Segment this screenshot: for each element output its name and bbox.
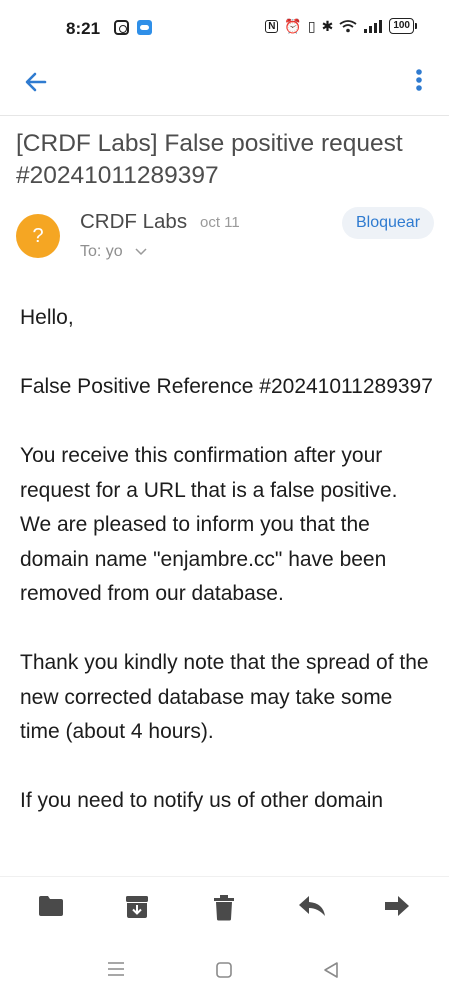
wifi-icon bbox=[339, 20, 357, 33]
folder-icon bbox=[39, 896, 63, 916]
archive-button[interactable] bbox=[124, 895, 154, 923]
status-right-icons: N ⏰ ▯ ✱ 100 bbox=[265, 18, 417, 34]
delete-button[interactable] bbox=[212, 895, 242, 923]
vibrate-icon: ▯ bbox=[307, 18, 316, 34]
nfc-icon: N bbox=[265, 19, 279, 33]
battery-level: 100 bbox=[389, 18, 414, 34]
body-paragraph: We are pleased to inform you that the do… bbox=[20, 513, 387, 605]
home-icon bbox=[216, 962, 232, 978]
signal-icon bbox=[364, 20, 383, 33]
email-screen: 8:21 N ⏰ ▯ ✱ 100 [CRDF Labs] False posit… bbox=[0, 0, 449, 998]
recipient-label: To: yo bbox=[80, 243, 123, 260]
back-button[interactable] bbox=[20, 66, 52, 98]
email-body: Hello, False Positive Reference #2024101… bbox=[20, 301, 435, 819]
body-paragraph: You receive this confirmation after your… bbox=[20, 444, 398, 502]
status-time: 8:21 bbox=[66, 19, 101, 38]
system-navigation-bar bbox=[0, 940, 449, 998]
body-paragraph: If you need to notify us of other domain bbox=[20, 789, 384, 812]
email-date: oct 11 bbox=[200, 214, 240, 231]
sender-name[interactable]: CRDF Labs bbox=[80, 210, 187, 234]
body-paragraph: False Positive Reference #20241011289397 bbox=[20, 375, 433, 398]
instagram-icon bbox=[114, 20, 129, 35]
recent-apps-button[interactable] bbox=[106, 960, 128, 980]
email-subject: [CRDF Labs] False positive request #2024… bbox=[16, 130, 403, 189]
email-body-viewport: Hello, False Positive Reference #2024101… bbox=[0, 290, 449, 875]
block-sender-button[interactable]: Bloquear bbox=[342, 207, 434, 239]
more-vert-icon bbox=[416, 69, 422, 91]
forward-button[interactable] bbox=[384, 895, 414, 923]
forward-icon bbox=[385, 896, 409, 916]
app-bar bbox=[0, 58, 449, 116]
reply-icon bbox=[299, 896, 325, 916]
delete-icon bbox=[214, 895, 234, 921]
archive-icon bbox=[126, 896, 148, 918]
email-action-toolbar bbox=[0, 876, 449, 940]
weather-app-icon bbox=[137, 20, 152, 35]
move-to-folder-button[interactable] bbox=[38, 895, 68, 923]
back-triangle-icon bbox=[324, 962, 338, 978]
chevron-down-icon bbox=[135, 248, 147, 256]
arrow-left-icon bbox=[25, 72, 47, 92]
recipient-toggle[interactable]: To: yo bbox=[80, 243, 147, 261]
alarm-icon: ⏰ bbox=[284, 18, 302, 34]
bluetooth-icon: ✱ bbox=[321, 18, 334, 34]
body-paragraph: Thank you kindly note that the spread of… bbox=[20, 651, 429, 743]
system-back-button[interactable] bbox=[321, 960, 343, 980]
sender-avatar[interactable]: ? bbox=[16, 214, 60, 258]
more-options-button[interactable] bbox=[407, 66, 431, 98]
status-bar: 8:21 N ⏰ ▯ ✱ 100 bbox=[0, 0, 449, 58]
reply-button[interactable] bbox=[298, 895, 328, 923]
menu-icon bbox=[108, 962, 124, 976]
body-paragraph: Hello, bbox=[20, 306, 74, 329]
battery-icon: 100 bbox=[389, 18, 417, 34]
home-button[interactable] bbox=[214, 960, 236, 980]
